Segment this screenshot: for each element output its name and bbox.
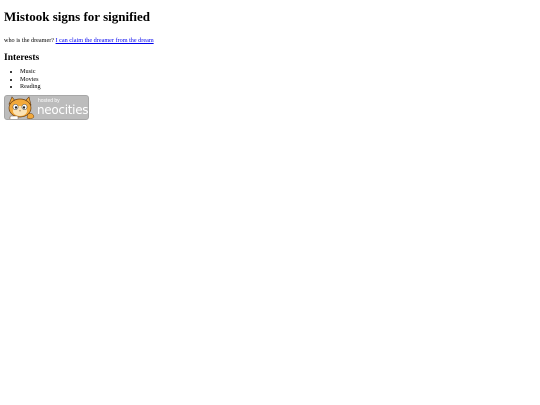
list-item: Movies xyxy=(20,76,540,84)
neocities-cat-icon xyxy=(8,96,35,119)
list-item: Music xyxy=(20,68,540,76)
page-title: Mistook signs for signified xyxy=(4,9,151,24)
page: Mistook signs for signified who is the d… xyxy=(0,0,540,405)
neocities-brand-label: neocities xyxy=(37,102,89,117)
interests-list: Music Movies Reading xyxy=(4,68,540,91)
intro-text: who is the dreamer? xyxy=(4,37,54,44)
intro-paragraph: who is the dreamer? I can claim the drea… xyxy=(4,37,540,45)
list-item: Reading xyxy=(20,83,540,91)
interests-heading: Interests xyxy=(4,53,40,63)
neocities-badge[interactable]: hosted by neocities xyxy=(4,94,89,120)
dreamer-link[interactable]: I can claim the dreamer from the dream xyxy=(56,37,154,44)
